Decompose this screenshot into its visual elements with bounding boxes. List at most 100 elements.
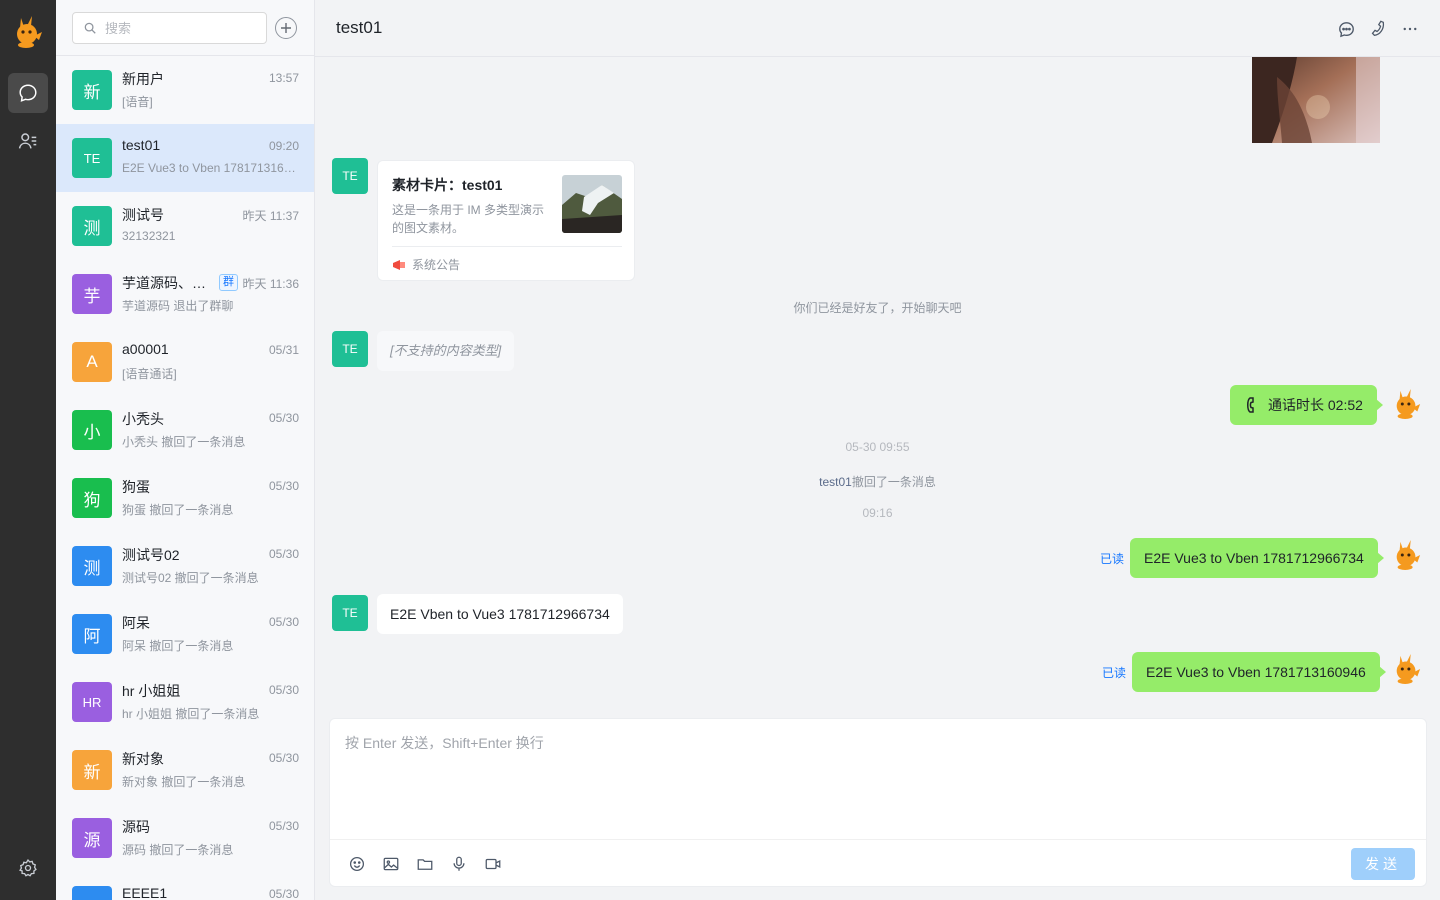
conversation-item[interactable]: 测 测试号02 05/30 测试号02 撤回了一条消息 [56, 532, 314, 600]
message-bubble-out[interactable]: E2E Vue3 to Vben 1781712966734 [1130, 538, 1384, 578]
chat-header: test01 [315, 0, 1440, 57]
phone-icon [1371, 20, 1385, 37]
conversation-name: hr 小姐姐 [122, 683, 181, 699]
call-record-bubble[interactable]: 通话时长 02:52 [1230, 385, 1383, 425]
conversation-preview: 阿呆 撤回了一条消息 [122, 639, 234, 653]
message-bubble-out[interactable]: E2E Vue3 to Vben 1781713160946 [1132, 652, 1386, 692]
chat-icon [19, 84, 37, 102]
conversation-time: 05/30 [268, 683, 299, 697]
conversation-preview: [语音通话] [122, 367, 177, 381]
conversation-preview: 狗蛋 撤回了一条消息 [122, 503, 234, 517]
group-badge: 群 [219, 274, 238, 291]
conversation-item[interactable]: 测 测试号 昨天 11:37 32132321 [56, 192, 314, 260]
conversation-item[interactable]: A a00001 05/31 [语音通话] [56, 328, 314, 396]
emoji-button[interactable] [347, 854, 367, 874]
material-card[interactable]: 素材卡片：test01 这是一条用于 IM 多类型演示的图文素材。 系统公告 [377, 160, 635, 281]
card-title: 素材卡片：test01 [392, 177, 503, 193]
conversation-name: 芋道源码、测试号 [122, 275, 214, 291]
card-source: 系统公告 [412, 258, 461, 272]
plus-icon [281, 23, 291, 33]
conversation-name: 小秃头 [122, 411, 164, 427]
avatar: 测 [72, 206, 112, 246]
add-conversation-button[interactable] [275, 17, 297, 39]
nav-chat-button[interactable] [8, 73, 48, 113]
conversation-name: EEEE1 [122, 885, 168, 900]
app-logo [17, 16, 42, 48]
chat-title: test01 [336, 18, 383, 37]
avatar [72, 886, 112, 900]
conversation-item[interactable]: 狗 狗蛋 05/30 狗蛋 撤回了一条消息 [56, 464, 314, 532]
message-input[interactable] [345, 733, 1415, 833]
conversation-item[interactable]: TE test01 09:20 E2E Vue3 to Vben 1781713… [56, 124, 314, 192]
photo-thumbnail [1252, 57, 1380, 143]
avatar: 狗 [72, 478, 112, 518]
conversation-time: 05/30 [268, 819, 299, 833]
conversation-item[interactable]: 源 源码 05/30 源码 撤回了一条消息 [56, 804, 314, 872]
search-icon [84, 22, 96, 34]
nav-contacts-button[interactable] [8, 121, 48, 161]
recall-notice: test01撤回了一条消息 [315, 473, 1440, 490]
conversation-item[interactable]: 阿 阿呆 05/30 阿呆 撤回了一条消息 [56, 600, 314, 668]
composer-toolbar: 发送 [330, 839, 1426, 887]
voice-button[interactable] [449, 854, 469, 874]
image-icon [383, 857, 399, 871]
conversation-list: 新 新用户 13:57 [语音] TE test01 09:20 E2E Vue… [56, 0, 315, 900]
message-area[interactable]: TE 素材卡片：test01 这是一条用于 IM 多类型演示的图文素材。 系统公… [315, 57, 1440, 712]
file-button[interactable] [415, 854, 435, 874]
conversation-item[interactable]: 芋 芋道源码、测试号 群 昨天 11:36 芋道源码 退出了群聊 [56, 260, 314, 328]
conversation-preview: 测试号02 撤回了一条消息 [122, 571, 259, 585]
avatar: 小 [72, 410, 112, 450]
contact-avatar[interactable]: TE [332, 158, 368, 194]
conversation-preview: 芋道源码 退出了群聊 [122, 299, 234, 313]
send-button[interactable]: 发送 [1351, 848, 1415, 880]
message-bubble-in[interactable]: E2E Vben to Vue3 1781712966734 [377, 594, 623, 634]
conversation-item[interactable]: 新 新用户 13:57 [语音] [56, 56, 314, 124]
conversation-item[interactable]: HR hr 小姐姐 05/30 hr 小姐姐 撤回了一条消息 [56, 668, 314, 736]
read-status: 已读 [1102, 666, 1127, 680]
folder-icon [417, 859, 433, 870]
conversation-time: 05/31 [268, 343, 299, 357]
conversation-name: 源码 [122, 819, 150, 835]
image-button[interactable] [381, 854, 401, 874]
my-avatar[interactable] [1392, 652, 1422, 686]
my-avatar[interactable] [1392, 538, 1422, 572]
conversation-time: 05/30 [268, 411, 299, 425]
settings-button[interactable] [8, 848, 48, 888]
conversation-item[interactable]: EEEE1 05/30 [56, 872, 314, 900]
more-icon [1403, 27, 1417, 31]
avatar: 阿 [72, 614, 112, 654]
message-history-button[interactable] [1335, 18, 1357, 40]
conversation-preview: [语音] [122, 95, 153, 109]
card-description: 这是一条用于 IM 多类型演示的图文素材。 [392, 203, 544, 235]
conversation-name: 阿呆 [122, 615, 150, 631]
conversation-name: a00001 [122, 341, 169, 357]
chat-panel: test01 TE 素材卡片：test01 这是一条用于 IM 多类型演示的图文… [315, 0, 1440, 900]
card-divider [392, 246, 622, 247]
voice-call-button[interactable] [1367, 18, 1389, 40]
conversation-time: 13:57 [268, 71, 299, 85]
conversation-time: 09:20 [268, 139, 299, 153]
avatar: 新 [72, 70, 112, 110]
my-avatar[interactable] [1392, 387, 1422, 421]
contact-avatar[interactable]: TE [332, 595, 368, 631]
video-button[interactable] [483, 854, 503, 874]
conversation-preview: 源码 撤回了一条消息 [122, 843, 234, 857]
conversation-item[interactable]: 新 新对象 05/30 新对象 撤回了一条消息 [56, 736, 314, 804]
chat-bubble-icon [1338, 21, 1354, 37]
conversation-preview: 新对象 撤回了一条消息 [122, 775, 246, 789]
contacts-icon [18, 133, 37, 149]
conversation-item[interactable]: 小 小秃头 05/30 小秃头 撤回了一条消息 [56, 396, 314, 464]
image-message[interactable] [1252, 57, 1380, 143]
conversation-time: 昨天 11:37 [242, 209, 299, 223]
avatar: HR [72, 682, 112, 722]
video-icon [485, 858, 501, 870]
microphone-icon [453, 856, 465, 871]
conversation-name: test01 [122, 137, 161, 153]
emoji-icon [349, 856, 365, 872]
avatar: A [72, 342, 112, 382]
contact-avatar[interactable]: TE [332, 331, 368, 367]
search-input[interactable] [105, 20, 255, 36]
search-box[interactable] [72, 12, 267, 44]
more-options-button[interactable] [1399, 18, 1421, 40]
conversation-preview: 32132321 [122, 229, 176, 243]
